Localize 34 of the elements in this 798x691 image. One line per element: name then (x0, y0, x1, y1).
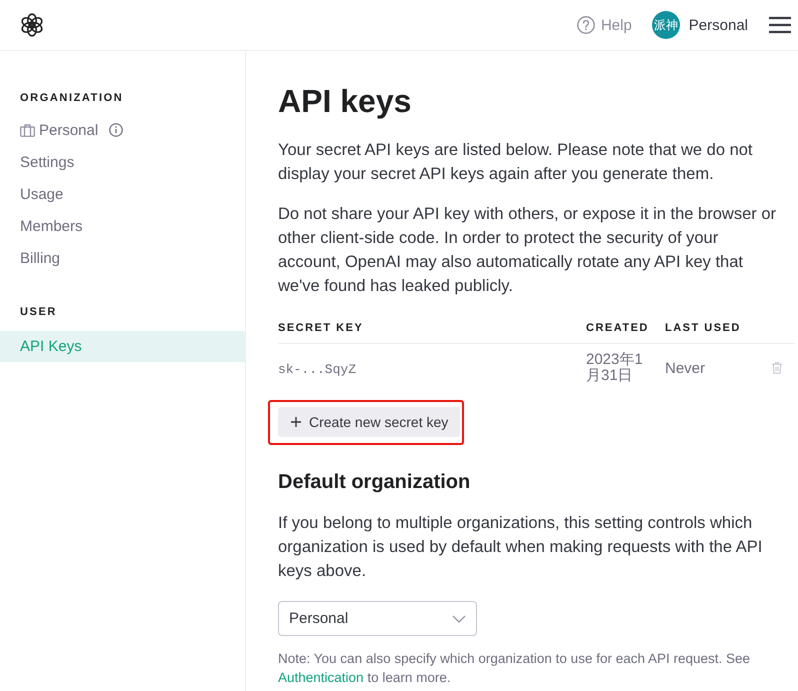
created-date-cell-text: 2023年1月31日 (586, 352, 644, 384)
briefcase-icon (20, 124, 35, 136)
last-used-cell: Never (665, 360, 706, 376)
section-title: Default organization (278, 470, 470, 495)
organization-select[interactable]: Personal (278, 601, 477, 636)
organization-item[interactable]: Personal (0, 114, 245, 146)
help-icon (576, 16, 595, 34)
sidebar-item[interactable]: Billing (0, 242, 245, 274)
sidebar-item[interactable]: Members (0, 210, 245, 242)
section-heading: ORGANIZATION (19, 91, 124, 106)
authentication-link[interactable]: Authentication (278, 670, 364, 685)
note-text: Note: You can also specify which organization to use for each API request. See Authentication to learn more. (278, 650, 752, 687)
page-title: API keys (278, 82, 412, 121)
sidebar-item[interactable]: API Keys (0, 331, 245, 362)
sidebar-item[interactable]: Settings (0, 146, 245, 178)
chevron-down-icon (452, 614, 466, 622)
logo-icon[interactable] (20, 13, 44, 37)
info-icon[interactable] (109, 123, 124, 137)
description-text: If you belong to multiple organizations, this setting controls which organization is used by default when making requests with the API keys above. (278, 513, 764, 582)
account-name[interactable]: Personal (688, 16, 748, 34)
create-key-button[interactable]: Create new secret key (278, 407, 460, 437)
help-link[interactable]: Help (576, 16, 632, 34)
column-header: LAST USED (665, 322, 741, 334)
plus-icon (291, 417, 301, 427)
column-header: SECRET KEY (278, 322, 364, 334)
intro-text: Do not share your API key with others, or expose it in the browser or other client-side code. In order to protect the security of your account, OpenAI may also automatically rotate any API key that we've found has leaked publicly. (278, 204, 777, 297)
intro-text: Your secret API keys are listed below. Please note that we do not display your secret API keys again after you generate them. (278, 140, 754, 185)
user-avatar[interactable]: 派神 (652, 11, 680, 39)
menu-icon[interactable] (769, 16, 791, 34)
column-header: CREATED (586, 322, 649, 334)
sidebar-item[interactable]: Usage (0, 178, 245, 210)
secret-key-cell: sk-...SqyZ (278, 362, 356, 376)
organization-name[interactable]: Personal (39, 122, 98, 138)
section-heading: USER (19, 305, 57, 320)
